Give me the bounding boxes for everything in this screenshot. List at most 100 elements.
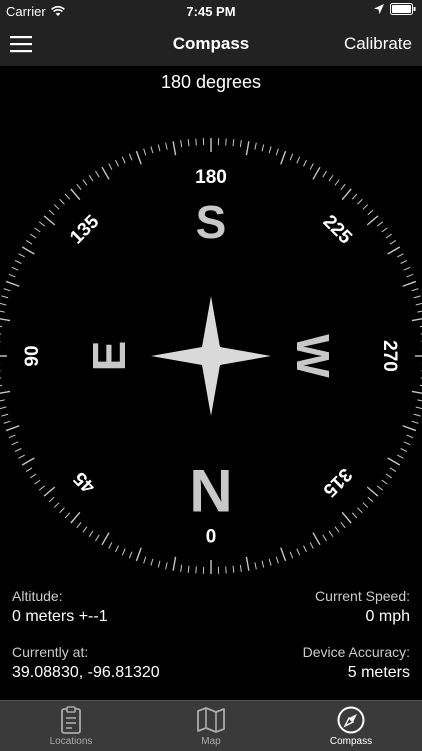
speed-value: 0 mph bbox=[366, 608, 410, 626]
compass-tick bbox=[341, 522, 345, 528]
compass-tick bbox=[342, 189, 351, 200]
tab-locations[interactable]: Locations bbox=[1, 701, 141, 751]
compass-tick bbox=[388, 247, 400, 254]
compass-tick bbox=[377, 222, 383, 226]
map-icon bbox=[196, 705, 226, 735]
compass-degree-label: 180 bbox=[195, 167, 227, 188]
compass-tick bbox=[151, 146, 153, 153]
cardinal-north: N bbox=[189, 457, 232, 524]
compass-tick bbox=[49, 497, 54, 502]
status-bar: Carrier 7:45 PM bbox=[0, 0, 422, 22]
compass-tick bbox=[77, 522, 81, 528]
compass-tick bbox=[12, 442, 18, 445]
compass-tick bbox=[26, 240, 32, 244]
compass-tick bbox=[0, 333, 1, 334]
compass-tick bbox=[0, 311, 5, 312]
compass-tick bbox=[233, 139, 234, 146]
compass-tick bbox=[329, 175, 333, 181]
compass-tick bbox=[0, 303, 6, 305]
compass-tick bbox=[414, 296, 421, 298]
compass-tick bbox=[335, 527, 339, 533]
compass-tick bbox=[65, 513, 70, 518]
compass-tick bbox=[6, 281, 19, 286]
tab-label: Compass bbox=[281, 736, 421, 747]
compass-tick bbox=[4, 289, 11, 291]
compass-tick bbox=[323, 535, 327, 541]
compass-tick bbox=[0, 318, 10, 320]
clipboard-icon bbox=[56, 705, 86, 735]
tab-map[interactable]: Map bbox=[141, 701, 281, 751]
compass-tick bbox=[12, 267, 18, 270]
compass-tick bbox=[44, 487, 55, 496]
compass-tick bbox=[173, 557, 175, 571]
altitude-value: 0 meters +--1 bbox=[12, 608, 108, 626]
compass-tick bbox=[404, 442, 410, 445]
compass-tick bbox=[407, 274, 413, 277]
compass-tick bbox=[313, 167, 320, 179]
compass-tick bbox=[129, 154, 132, 160]
compass-tick bbox=[188, 566, 189, 573]
compass-tick bbox=[310, 164, 313, 170]
tab-compass[interactable]: Compass bbox=[281, 701, 421, 751]
accuracy-label: Device Accuracy: bbox=[303, 644, 410, 660]
compass-tick bbox=[83, 527, 87, 533]
compass-tick bbox=[71, 189, 80, 200]
compass-tick bbox=[102, 167, 109, 179]
compass-tick bbox=[30, 234, 36, 238]
heading-readout: 180 degrees bbox=[0, 72, 422, 93]
compass-tick bbox=[109, 164, 112, 170]
compass-tick bbox=[352, 194, 357, 199]
compass-tick bbox=[122, 157, 125, 163]
compass-tick bbox=[54, 205, 59, 210]
compass-degree-label: 135 bbox=[66, 211, 104, 249]
compass-tick bbox=[397, 254, 403, 257]
compass-tick bbox=[240, 140, 241, 147]
compass-tick bbox=[403, 281, 416, 286]
compass-tick bbox=[407, 435, 413, 438]
compass-tick bbox=[77, 184, 81, 190]
compass-tick bbox=[89, 175, 93, 181]
compass-tick bbox=[382, 480, 388, 484]
compass-degree-label: 315 bbox=[318, 464, 356, 502]
compass-tick bbox=[412, 289, 419, 291]
compass-tick bbox=[341, 184, 345, 190]
compass-tick bbox=[54, 503, 59, 508]
compass-tick bbox=[144, 149, 146, 156]
compass-tick bbox=[363, 503, 368, 508]
compass-tick bbox=[276, 557, 278, 564]
compass-tick bbox=[269, 146, 271, 153]
compass-tick bbox=[368, 210, 373, 215]
compass-tick bbox=[0, 391, 10, 393]
compass-tick bbox=[9, 274, 15, 277]
status-time: 7:45 PM bbox=[0, 4, 422, 19]
compass-tick bbox=[95, 535, 99, 541]
compass-dial: 04590135180225270315 NESW bbox=[0, 120, 422, 580]
compass-tick bbox=[115, 546, 118, 552]
compass-tick bbox=[89, 531, 93, 537]
compass-tick bbox=[0, 407, 6, 409]
compass-tick bbox=[1, 296, 8, 298]
compass-tick bbox=[358, 508, 363, 513]
compass-tick bbox=[158, 144, 160, 151]
compass-tick bbox=[367, 216, 378, 225]
compass-tick bbox=[246, 557, 248, 571]
compass-tick bbox=[269, 559, 271, 566]
compass-tick bbox=[414, 414, 421, 416]
compass-tick bbox=[310, 542, 313, 548]
compass-degree-label: 270 bbox=[379, 340, 400, 372]
compass-tick bbox=[335, 180, 339, 186]
compass-tick bbox=[60, 508, 65, 513]
compass-degree-label: 0 bbox=[206, 524, 217, 545]
compass-tick bbox=[368, 497, 373, 502]
compass-tick bbox=[262, 144, 264, 151]
compass-tick bbox=[358, 199, 363, 204]
compass-tick bbox=[4, 421, 11, 423]
compass-tick bbox=[417, 311, 422, 312]
compass-tick bbox=[9, 435, 15, 438]
compass-tick bbox=[166, 143, 167, 150]
tab-label: Map bbox=[141, 736, 281, 747]
compass-tick bbox=[181, 140, 182, 147]
calibrate-button[interactable]: Calibrate bbox=[344, 34, 412, 54]
compass-tick bbox=[35, 480, 41, 484]
compass-tick bbox=[297, 157, 300, 163]
